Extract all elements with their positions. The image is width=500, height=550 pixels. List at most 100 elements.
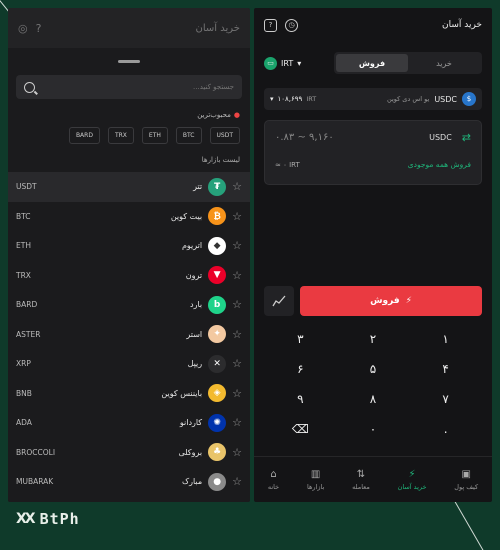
chip-eth[interactable]: ETH — [141, 127, 168, 144]
chip-btc[interactable]: BTC — [175, 127, 202, 144]
asset-balance: ▾ ۱۰۸,۶۹۹ IRT — [270, 95, 317, 103]
market-symbol: ADA — [16, 418, 32, 428]
star-icon[interactable]: ☆ — [232, 475, 242, 488]
keypad-key[interactable]: ۶ — [264, 356, 337, 382]
fire-icon: ● — [233, 111, 240, 119]
star-icon[interactable]: ☆ — [232, 328, 242, 341]
market-row[interactable]: BROCCOLI بروکلی ♣ ☆ — [8, 438, 250, 468]
market-symbol: USDT — [16, 182, 37, 192]
market-list-heading: لیست بازارها — [201, 156, 240, 164]
coin-icon: ₿ — [208, 207, 227, 226]
asset-selector[interactable]: ▾ ۱۰۸,۶۹۹ IRT یو اس دی کوین USDC $ — [264, 88, 482, 110]
sell-button[interactable]: فروش ⚡ — [300, 286, 482, 316]
swap-icon[interactable]: ⇄ — [462, 131, 471, 144]
amount-range: ۰.۸۳ ~ ۹,۱۶۰ — [275, 132, 334, 143]
star-icon[interactable]: ☆ — [232, 357, 242, 370]
keypad-key[interactable]: ۴ — [409, 356, 482, 382]
sheet-handle[interactable] — [118, 60, 140, 63]
star-icon[interactable]: ☆ — [232, 416, 242, 429]
nav-item[interactable]: ⇅ معامله — [352, 469, 370, 491]
market-name: بارد — [190, 300, 203, 310]
market-row[interactable]: ETH اتریوم ◆ ☆ — [8, 231, 250, 261]
market-symbol: TRX — [16, 270, 31, 280]
market-symbol: MUBARAK — [16, 477, 54, 487]
keypad-key[interactable]: ۱ — [409, 326, 482, 352]
keypad-key[interactable]: ۳ — [264, 326, 337, 352]
nav-item[interactable]: ⚡ خرید آسان — [398, 469, 427, 491]
market-row[interactable]: MUBARAK مبارک ● ☆ — [8, 467, 250, 497]
chip-bard[interactable]: BARD — [68, 127, 100, 144]
keypad-key[interactable]: ۹ — [264, 386, 337, 412]
amount-input-box[interactable]: ۰.۸۳ ~ ۹,۱۶۰ USDC ⇄ ≈ ۰ IRT فروش همه موج… — [264, 120, 482, 185]
keypad-key[interactable]: ۷ — [409, 386, 482, 412]
nav-icon: ▥ — [310, 468, 321, 480]
star-icon[interactable]: ☆ — [232, 210, 242, 223]
market-name: ترون — [185, 270, 203, 280]
currency-icon: ▭ — [264, 56, 277, 70]
numeric-keypad: ۳ ۲ ۱ ۶ ۵ ۴ ۹ ۸ ۷ ⌫ ۰. — [264, 326, 482, 442]
search-bar[interactable] — [16, 75, 242, 99]
top-bar: ? ◷ خرید آسان — [254, 8, 492, 42]
bolt-icon: ⚡ — [405, 296, 412, 306]
sell-all-link[interactable]: فروش همه موجودی — [408, 160, 471, 169]
nav-item[interactable]: ▥ بازارها — [307, 469, 324, 491]
market-symbol: XRP — [16, 359, 31, 369]
nav-label: کیف پول — [454, 482, 479, 491]
market-list: USDT تتر ₮ ☆ BTC بیت کوین ₿ ☆ ETH اتریوم ◆ ☆ TRX ترون… — [8, 172, 250, 497]
keypad-key[interactable]: . — [409, 416, 482, 442]
market-row[interactable]: USDT تتر ₮ ☆ — [8, 172, 250, 202]
star-icon[interactable]: ☆ — [232, 387, 242, 400]
market-row[interactable]: BTC بیت کوین ₿ ☆ — [8, 202, 250, 232]
nav-item[interactable]: ▣ کیف پول — [454, 469, 478, 491]
search-input[interactable] — [84, 83, 234, 91]
market-row[interactable]: TRX ترون ▼ ☆ — [8, 261, 250, 291]
market-row[interactable]: ADA کاردانو ✺ ☆ — [8, 408, 250, 438]
currency-selector[interactable]: ▭ IRT ▾ — [264, 56, 302, 70]
mode-row: ▭ IRT ▾ فروش خرید — [254, 52, 492, 74]
market-row[interactable]: XRP ریپل ✕ ☆ — [8, 349, 250, 379]
star-icon[interactable]: ☆ — [232, 269, 242, 282]
chevron-down-icon: ▾ — [297, 58, 302, 68]
star-icon[interactable]: ☆ — [232, 239, 242, 252]
market-name: استر — [186, 329, 203, 339]
market-name: بیت کوین — [170, 211, 203, 221]
market-symbol: ETH — [16, 241, 31, 251]
coin-icon: ✺ — [208, 413, 227, 432]
coin-icon: ◈ — [208, 384, 227, 403]
keypad-key[interactable]: ⌫ — [264, 416, 337, 442]
market-row[interactable]: BARD بارد b ☆ — [8, 290, 250, 320]
chip-usdt[interactable]: USDT — [209, 127, 240, 144]
market-row[interactable]: BNB بایننس کوین ◈ ☆ — [8, 379, 250, 409]
history-icon[interactable]: ◷ — [285, 18, 298, 32]
keypad-key[interactable]: ۰ — [337, 416, 410, 442]
coin-icon: ▼ — [208, 266, 227, 285]
market-row[interactable]: ASTER استر ✦ ☆ — [8, 320, 250, 350]
page-title: خرید آسان — [441, 20, 482, 30]
keypad-key[interactable]: ۲ — [337, 326, 410, 352]
tab-sell[interactable]: فروش — [336, 54, 408, 72]
nav-label: معامله — [352, 482, 370, 491]
keypad-key[interactable]: ۵ — [337, 356, 410, 382]
chart-icon — [272, 295, 286, 307]
coin-icon: ✦ — [208, 325, 227, 344]
search-icon — [24, 81, 35, 93]
chip-trx[interactable]: TRX — [107, 127, 134, 144]
asset-info: یو اس دی کوین USDC $ — [387, 92, 476, 106]
star-icon[interactable]: ☆ — [232, 446, 242, 459]
nav-icon: ⌂ — [270, 468, 277, 480]
help-icon[interactable]: ? — [264, 18, 277, 32]
star-icon[interactable]: ☆ — [232, 180, 242, 193]
market-symbol: BARD — [16, 300, 38, 310]
coin-icon: ◆ — [208, 236, 227, 255]
header-title: خرید آسان — [195, 22, 240, 34]
star-icon[interactable]: ☆ — [232, 298, 242, 311]
market-name: تتر — [193, 182, 203, 192]
nav-icon: ⇅ — [356, 468, 366, 480]
chart-button[interactable] — [264, 286, 294, 316]
nav-label: خرید آسان — [397, 482, 427, 491]
action-row: فروش ⚡ — [264, 286, 482, 316]
keypad-key[interactable]: ۸ — [337, 386, 410, 412]
coin-icon: ● — [208, 472, 227, 491]
nav-item[interactable]: ⌂ خانه — [268, 469, 279, 491]
tab-buy[interactable]: خرید — [408, 54, 480, 72]
